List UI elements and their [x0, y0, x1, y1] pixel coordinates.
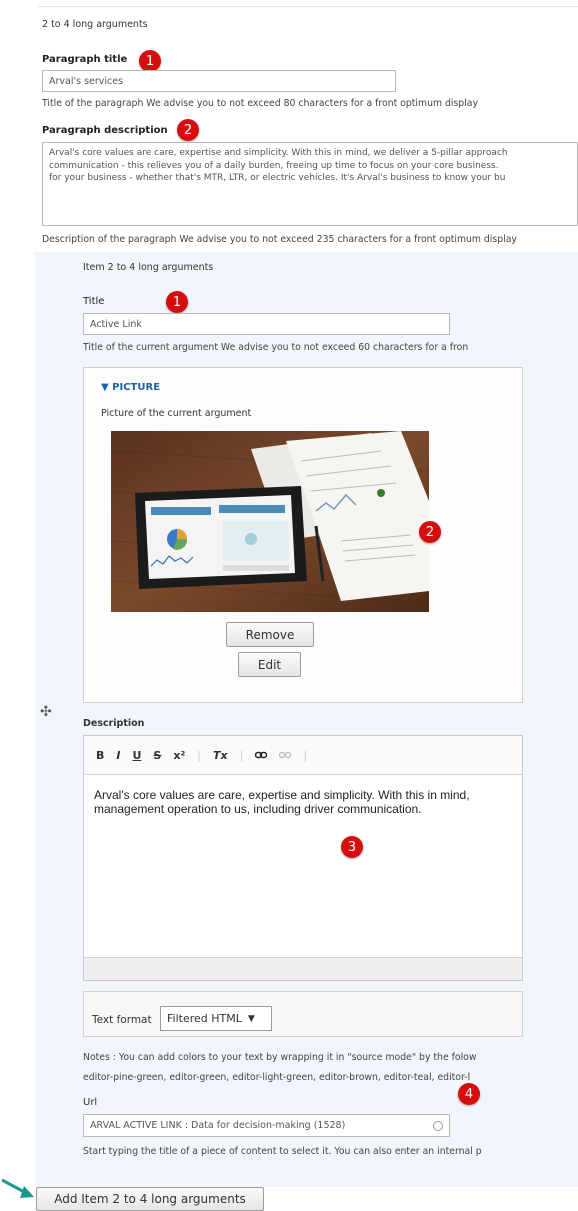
textarea-line: communication - this relieves you of a d… [49, 160, 499, 171]
paragraph-title-label: Paragraph title [42, 54, 128, 65]
description-editor[interactable]: B I U S x² | Tx | | Arval's core values … [83, 735, 523, 981]
notes-line: Notes : You can add colors to your text … [83, 1052, 477, 1063]
item-title-help: Title of the current argument We advise … [83, 342, 469, 353]
toolbar-separator: | [197, 748, 201, 762]
editor-statusbar [84, 957, 522, 980]
paragraph-title-input[interactable]: Arval's services [42, 70, 396, 92]
italic-button[interactable]: I [116, 749, 120, 762]
editor-line: management operation to us, including dr… [94, 802, 422, 816]
paragraph-description-label: Paragraph description [42, 125, 168, 136]
url-autocomplete-input[interactable]: ARVAL ACTIVE LINK : Data for decision-ma… [83, 1114, 450, 1137]
url-help: Start typing the title of a piece of con… [83, 1146, 482, 1157]
edit-picture-button[interactable]: Edit [238, 652, 301, 677]
paragraph-description-help: Description of the paragraph We advise y… [42, 234, 517, 245]
description-label: Description [83, 718, 145, 729]
paragraph-title-help: Title of the paragraph We advise you to … [42, 98, 478, 109]
picture-legend-toggle[interactable]: ▼ PICTURE [101, 382, 160, 393]
autocomplete-throbber-icon [433, 1120, 443, 1131]
editor-toolbar: B I U S x² | Tx | | [84, 736, 522, 775]
annotation-badge: 1 [139, 50, 161, 72]
add-item-button[interactable]: Add Item 2 to 4 long arguments [36, 1187, 264, 1211]
top-divider [38, 6, 578, 7]
toolbar-separator: | [303, 748, 308, 762]
editor-content[interactable]: Arval's core values are care, expertise … [94, 788, 470, 816]
paragraph-description-textarea[interactable]: Arval's core values are care, expertise … [42, 142, 578, 226]
notes-line: editor-pine-green, editor-green, editor-… [83, 1072, 471, 1083]
textarea-line: Arval's core values are care, expertise … [49, 148, 508, 158]
strikethrough-button[interactable]: S [153, 749, 161, 762]
annotation-badge: 3 [341, 836, 363, 858]
annotation-badge: 4 [458, 1083, 480, 1105]
remove-picture-button[interactable]: Remove [226, 622, 314, 647]
drag-handle-icon[interactable]: ✣ [40, 704, 52, 720]
arrow-pointer-icon [0, 1178, 36, 1203]
toolbar-separator: | [239, 748, 244, 762]
picture-help: Picture of the current argument [101, 408, 252, 419]
underline-button[interactable]: U [132, 749, 141, 762]
tablet-desk-illustration [111, 431, 429, 612]
text-format-label: Text format [92, 1014, 152, 1026]
url-label: Url [83, 1097, 98, 1108]
annotation-badge: 2 [177, 119, 199, 141]
item-title-label: Title [83, 296, 105, 307]
paragraph-header: 2 to 4 long arguments [42, 19, 148, 30]
chevron-down-icon: ▼ [247, 1013, 255, 1024]
textarea-line: for your business - whether that's MTR, … [49, 173, 506, 183]
superscript-button[interactable]: x² [173, 749, 185, 762]
picture-thumbnail [111, 431, 429, 612]
item-header: Item 2 to 4 long arguments [83, 262, 214, 273]
editor-line: Arval's core values are care, expertise … [94, 788, 470, 802]
bold-button[interactable]: B [96, 749, 104, 762]
url-input-value: ARVAL ACTIVE LINK : Data for decision-ma… [90, 1120, 346, 1131]
text-format-value: Filtered HTML [167, 1012, 242, 1025]
annotation-badge: 2 [419, 521, 441, 543]
unlink-icon[interactable] [279, 749, 292, 762]
remove-format-button[interactable]: Tx [213, 749, 228, 762]
annotation-badge: 1 [166, 291, 188, 313]
item-title-input[interactable]: Active Link [83, 313, 450, 335]
link-icon[interactable] [255, 749, 268, 762]
text-format-select[interactable]: Filtered HTML ▼ [160, 1006, 272, 1031]
